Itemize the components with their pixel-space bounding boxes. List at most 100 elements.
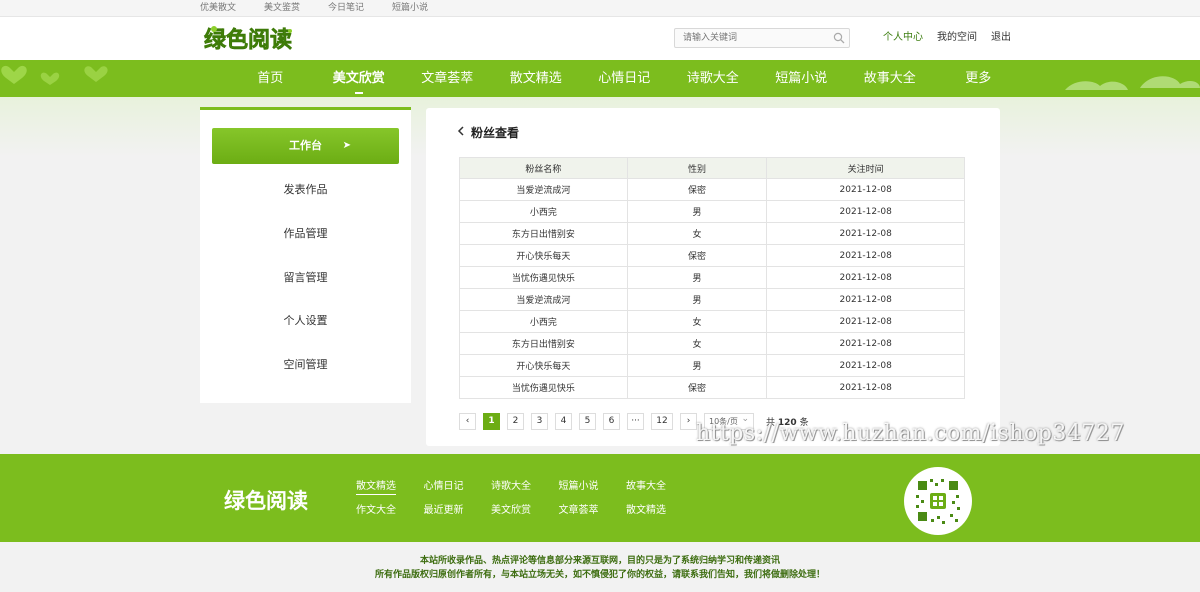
follow-time-cell: 2021-12-08	[766, 178, 965, 201]
copyright: 本站所收录作品、热点评论等信息部分来源互联网，目的只是为了系统归纳学习和传递资讯…	[0, 542, 1200, 592]
copyright-line: 本站所收录作品、热点评论等信息部分来源互联网，目的只是为了系统归纳学习和传递资讯	[419, 556, 780, 566]
top-link[interactable]: 短篇小说	[392, 2, 428, 14]
page-ellipsis: ···	[627, 413, 644, 430]
user-links: 个人中心 我的空间 退出	[883, 32, 1025, 44]
nav-item-more[interactable]: 更多	[934, 60, 1023, 97]
fan-name-cell: 当爱逆流成河	[459, 288, 628, 311]
sidebar-item-label: 工作台	[289, 139, 322, 152]
header: 绿色阅读 个人中心 我的空间 退出	[0, 17, 1200, 60]
table-row: 开心快乐每天 保密 2021-12-08	[459, 244, 965, 267]
my-space-link[interactable]: 我的空间	[937, 32, 977, 44]
qr-code	[904, 467, 972, 535]
table-row: 东方日出惜别安女 2021-12-08	[459, 222, 965, 245]
gender-cell: 女	[626, 332, 768, 355]
footer-links: 散文精选 心情日记 诗歌大全 短篇小说 故事大全 作文大全 最近更新 美文欣赏 …	[356, 480, 694, 517]
search-box	[674, 28, 850, 48]
page-button[interactable]: 2	[507, 413, 524, 430]
search-input[interactable]	[675, 29, 825, 47]
page-title: 粉丝查看	[471, 126, 520, 140]
nav-item-essays[interactable]: 散文精选	[492, 60, 581, 97]
page-button[interactable]: 5	[579, 413, 596, 430]
footer-logo-text: 绿色阅读	[224, 489, 308, 513]
watermark: https://www.huzhan.com/ishop34727	[696, 421, 1125, 446]
search-icon[interactable]	[833, 32, 845, 44]
copyright-line: 所有作品版权归原创作者所有，与本站立场无关，如不慎侵犯了你的权益，请联系我们告知…	[374, 570, 825, 580]
fan-name-cell: 当忧伤遇见快乐	[459, 266, 628, 289]
sidebar-item-messages[interactable]: 留言管理	[212, 260, 399, 296]
footer-link[interactable]: 诗歌大全	[491, 480, 559, 495]
chevron-left-icon[interactable]	[457, 126, 465, 136]
nav-item-home[interactable]: 首页	[226, 60, 315, 97]
footer-link[interactable]: 作文大全	[356, 504, 424, 517]
gender-cell: 男	[626, 288, 768, 311]
fans-table-body: 当爱逆流成河 保密 2021-12-08 小西完男 2021-12-08 东方日出惜别安女…	[459, 178, 965, 399]
footer: 绿色阅读 散文精选 心情日记 诗歌大全 短篇小说 故事大全 作文大全 最近更新 …	[0, 454, 1200, 542]
table-row: 小西完女 2021-12-08	[459, 310, 965, 333]
nav-item-short-stories[interactable]: 短篇小说	[757, 60, 846, 97]
sidebar-item-works[interactable]: 作品管理	[212, 216, 399, 252]
prev-page-button[interactable]: ‹	[459, 413, 476, 430]
page-button[interactable]: 4	[555, 413, 572, 430]
sidebar: 工作台 ➤ 发表作品 作品管理 留言管理 个人设置 空间管理	[200, 107, 411, 403]
fans-table: 粉丝名称 性别 关注时间 当爱逆流成河 保密 2021-12-08 小西完男 2021-…	[459, 157, 965, 399]
column-header: 粉丝名称	[459, 157, 628, 179]
qr-code-icon	[916, 479, 960, 524]
gender-cell: 女	[626, 222, 768, 245]
gender-cell: 男	[626, 200, 768, 223]
top-link[interactable]: 今日笔记	[328, 2, 364, 14]
top-bar: 优美散文 美文鉴赏 今日笔记 短篇小说	[0, 0, 1200, 17]
nav-item-poems[interactable]: 诗歌大全	[669, 60, 758, 97]
table-row: 东方日出惜别安女 2021-12-08	[459, 332, 965, 355]
fans-panel: 粉丝查看 粉丝名称 性别 关注时间 当爱逆流成河 保密 2021-12-08 小西完男…	[426, 108, 1000, 446]
sidebar-item-workbench[interactable]: 工作台 ➤	[212, 128, 399, 164]
table-row: 小西完男 2021-12-08	[459, 200, 965, 223]
follow-time-cell: 2021-12-08	[766, 310, 965, 333]
gender-cell: 保密	[626, 178, 768, 201]
page-button[interactable]: 6	[603, 413, 620, 430]
gender-cell: 男	[626, 266, 768, 289]
nav-item-stories[interactable]: 故事大全	[846, 60, 935, 97]
top-links: 优美散文 美文鉴赏 今日笔记 短篇小说	[200, 2, 456, 14]
table-row: 当忧伤遇见快乐 保密 2021-12-08	[459, 376, 965, 399]
top-link[interactable]: 美文鉴赏	[264, 2, 300, 14]
follow-time-cell: 2021-12-08	[766, 354, 965, 377]
gender-cell: 女	[626, 310, 768, 333]
fan-name-cell: 小西完	[459, 200, 628, 223]
follow-time-cell: 2021-12-08	[766, 266, 965, 289]
follow-time-cell: 2021-12-08	[766, 288, 965, 311]
follow-time-cell: 2021-12-08	[766, 222, 965, 245]
page-button[interactable]: 3	[531, 413, 548, 430]
personal-center-link[interactable]: 个人中心	[883, 32, 923, 44]
nav-item-meiwen[interactable]: 美文欣赏	[315, 60, 404, 97]
logo-text: 绿色阅读	[204, 27, 292, 53]
footer-link[interactable]: 故事大全	[626, 480, 694, 495]
table-row: 开心快乐每天男 2021-12-08	[459, 354, 965, 377]
footer-link[interactable]: 心情日记	[424, 480, 492, 495]
logout-link[interactable]: 退出	[991, 32, 1011, 44]
footer-link[interactable]: 文章荟萃	[559, 504, 627, 517]
sidebar-item-space[interactable]: 空间管理	[212, 347, 399, 383]
sidebar-item-publish[interactable]: 发表作品	[212, 172, 399, 208]
footer-link[interactable]: 散文精选	[356, 480, 396, 495]
footer-link[interactable]: 短篇小说	[559, 480, 627, 495]
follow-time-cell: 2021-12-08	[766, 332, 965, 355]
gender-cell: 保密	[626, 376, 768, 399]
sidebar-item-settings[interactable]: 个人设置	[212, 303, 399, 339]
fan-name-cell: 当爱逆流成河	[459, 178, 628, 201]
top-link[interactable]: 优美散文	[200, 2, 236, 14]
nav-item-articles[interactable]: 文章荟萃	[403, 60, 492, 97]
footer-link[interactable]: 美文欣赏	[491, 504, 559, 517]
footer-link[interactable]: 最近更新	[424, 504, 492, 517]
footer-logo[interactable]: 绿色阅读	[222, 484, 318, 516]
table-header-row: 粉丝名称 性别 关注时间	[459, 157, 965, 179]
page-button[interactable]: 1	[483, 413, 500, 430]
main-nav: 首页 美文欣赏 文章荟萃 散文精选 心情日记 诗歌大全 短篇小说 故事大全 更多	[0, 60, 1200, 97]
next-page-button[interactable]: ›	[680, 413, 697, 430]
site-logo[interactable]: 绿色阅读	[202, 21, 298, 55]
page-button[interactable]: 12	[651, 413, 673, 430]
follow-time-cell: 2021-12-08	[766, 244, 965, 267]
fan-name-cell: 东方日出惜别安	[459, 222, 628, 245]
footer-link[interactable]: 散文精选	[626, 504, 694, 517]
nav-item-diary[interactable]: 心情日记	[580, 60, 669, 97]
column-header: 关注时间	[766, 157, 965, 179]
